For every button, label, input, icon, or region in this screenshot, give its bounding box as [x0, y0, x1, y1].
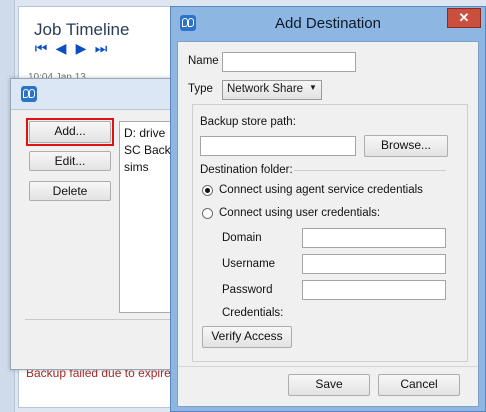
credentials-label: Credentials: — [222, 307, 284, 319]
type-select[interactable]: Network Share ▼ — [222, 80, 322, 100]
agent-credentials-label[interactable]: Connect using agent service credentials — [219, 184, 423, 196]
add-button-highlight — [26, 118, 114, 146]
password-input[interactable] — [302, 280, 446, 300]
type-select-value: Network Share — [227, 83, 304, 95]
username-input[interactable] — [302, 254, 446, 274]
domain-input[interactable] — [302, 228, 446, 248]
verify-access-button[interactable]: Verify Access — [202, 326, 292, 348]
dialog-title: Add Destination — [275, 15, 381, 32]
name-label: Name — [188, 55, 219, 67]
list-item[interactable]: sims — [124, 160, 149, 174]
last-page-icon[interactable]: ⏭ — [94, 40, 108, 56]
destinations-window-titlebar — [11, 79, 181, 110]
app-logo-icon — [21, 86, 37, 102]
save-button[interactable]: Save — [288, 374, 370, 396]
next-page-icon[interactable]: ▶ — [74, 40, 88, 56]
destination-folder-label: Destination folder: — [200, 164, 293, 176]
cancel-button[interactable]: Cancel — [378, 374, 460, 396]
user-credentials-label[interactable]: Connect using user credentials: — [219, 207, 380, 219]
user-credentials-radio[interactable] — [202, 208, 213, 219]
previous-page-icon[interactable]: ◀ — [54, 40, 68, 56]
domain-label: Domain — [222, 232, 262, 244]
list-item[interactable]: D: drive — [124, 126, 165, 140]
add-destination-dialog: Add Destination ✕ Name Type Network Shar… — [170, 6, 486, 412]
close-button[interactable]: ✕ — [447, 8, 481, 28]
delete-destination-button[interactable]: Delete — [29, 181, 111, 201]
edit-destination-button[interactable]: Edit... — [29, 151, 111, 171]
first-page-icon[interactable]: ⏮ — [34, 40, 48, 56]
backup-path-label: Backup store path: — [200, 116, 296, 128]
agent-credentials-radio[interactable] — [202, 185, 213, 196]
footer-separator — [178, 366, 478, 367]
dropdown-arrow-icon: ▼ — [309, 83, 317, 92]
backup-path-input[interactable] — [200, 136, 356, 156]
type-label: Type — [188, 83, 213, 95]
browse-button[interactable]: Browse... — [364, 135, 448, 157]
destinations-window: Add... Edit... Delete D: drive SC Backu … — [10, 78, 182, 370]
destination-folder-separator — [294, 170, 446, 171]
dialog-titlebar[interactable]: Add Destination ✕ — [171, 7, 485, 39]
name-input[interactable] — [222, 52, 356, 72]
dialog-body: Name Type Network Share ▼ Backup store p… — [177, 41, 479, 407]
username-label: Username — [222, 258, 276, 270]
job-timeline-title: Job Timeline — [34, 20, 130, 39]
password-label: Password — [222, 284, 273, 296]
window-separator — [25, 319, 181, 320]
